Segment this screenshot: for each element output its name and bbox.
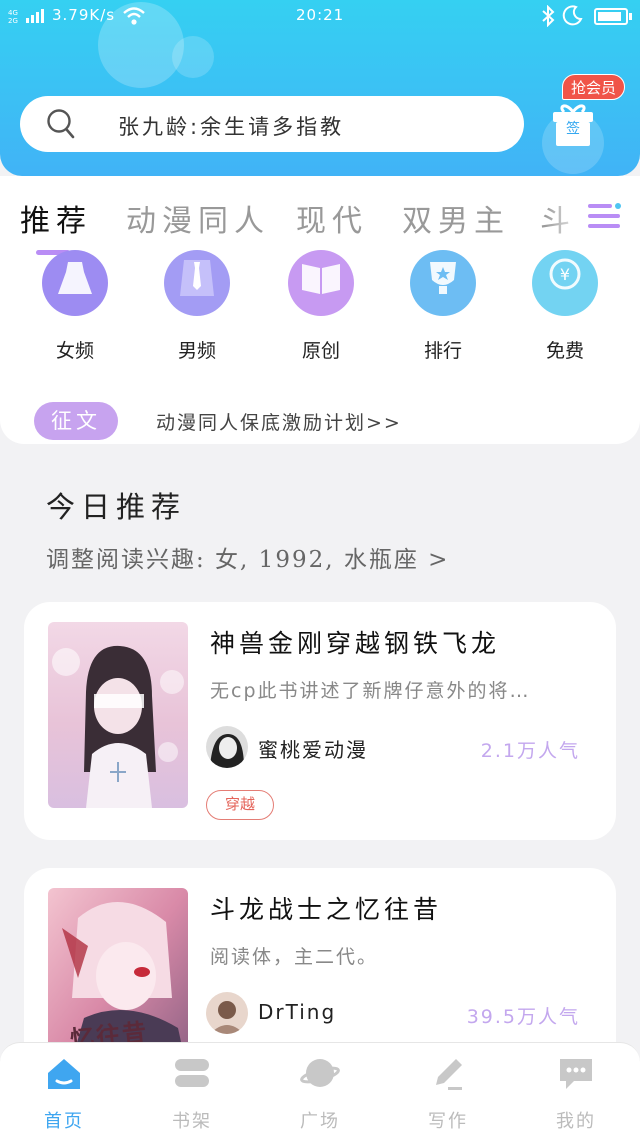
- nav-write[interactable]: 写作: [408, 1053, 488, 1133]
- category-label: 原创: [301, 340, 340, 362]
- search-icon: [47, 109, 75, 139]
- notice-text: 动漫同人保底激励计划>>: [156, 412, 402, 434]
- home-icon: [48, 1059, 80, 1089]
- trophy-icon: [410, 250, 476, 316]
- nav-label: 广场: [300, 1111, 340, 1132]
- author-avatar: [206, 726, 248, 768]
- vip-badge[interactable]: 抢会员: [562, 74, 626, 100]
- popularity-count: 2.1万人气: [480, 740, 580, 762]
- search-placeholder: 张九龄:余生请多指教: [118, 115, 345, 139]
- book-description: 阅读体，主二代。: [210, 946, 379, 968]
- yen-coin-icon: ¥: [532, 250, 598, 316]
- search-bar[interactable]: 张九龄:余生请多指教: [20, 96, 524, 152]
- category-label: 女频: [55, 340, 94, 362]
- svg-text:¥: ¥: [560, 265, 570, 284]
- network-type: 4G 2G: [8, 9, 18, 25]
- book-cover: [48, 622, 188, 808]
- book-title: 神兽金刚穿越钢铁飞龙: [210, 629, 501, 658]
- tab-anime-fanfic[interactable]: 动漫同人: [126, 196, 270, 240]
- tab-recommend[interactable]: 推荐: [20, 196, 92, 240]
- category-ranking[interactable]: 排行: [398, 250, 488, 363]
- book-title: 斗龙战士之忆往昔: [210, 895, 443, 924]
- bookshelf-icon: [175, 1059, 209, 1087]
- tab-bar: 推荐 动漫同人 现代 双男主 斗: [0, 176, 640, 256]
- category-menu-icon[interactable]: [588, 202, 622, 230]
- battery-icon: [594, 8, 632, 25]
- moon-icon: [562, 5, 583, 26]
- status-bar: 4G 2G 3.79K/s 20:21: [0, 0, 640, 34]
- gift-label: 签: [566, 121, 580, 137]
- nav-label: 书架: [172, 1111, 212, 1132]
- category-label: 男频: [177, 340, 216, 362]
- category-free[interactable]: ¥ 免费: [520, 250, 610, 363]
- sign-in-gift-button[interactable]: 签: [550, 100, 596, 148]
- network-speed: 3.79K/s: [52, 6, 116, 24]
- tab-double-male-lead[interactable]: 双男主: [402, 196, 510, 240]
- tab-modern[interactable]: 现代: [296, 196, 368, 240]
- nav-home[interactable]: 首页: [24, 1053, 104, 1133]
- category-label: 免费: [545, 340, 584, 362]
- bluetooth-icon: [542, 5, 555, 27]
- book-description: 无cp此书讲述了新牌仔意外的将…: [210, 680, 531, 702]
- nav-mine[interactable]: 我的: [536, 1053, 616, 1133]
- reading-interest-link[interactable]: 调整阅读兴趣: 女, 1992, 水瓶座 >: [46, 540, 449, 574]
- signal-icon: [26, 9, 44, 23]
- battery-level: [598, 12, 622, 21]
- category-original[interactable]: 原创: [276, 250, 366, 363]
- category-label: 排行: [423, 340, 462, 362]
- nav-label: 首页: [44, 1111, 84, 1132]
- author-name: DrTing: [258, 1000, 337, 1024]
- section-title: 今日推荐: [46, 490, 187, 524]
- open-book-icon: [288, 250, 354, 316]
- category-male[interactable]: 男频: [152, 250, 242, 363]
- header: 4G 2G 3.79K/s 20:21 张九龄:余生请多指教 签 抢会员: [0, 0, 640, 176]
- clock: 20:21: [296, 6, 345, 24]
- shirt-tie-icon: [164, 250, 230, 316]
- nav-label: 写作: [428, 1111, 468, 1132]
- author-name: 蜜桃爱动漫: [258, 738, 368, 762]
- nav-bookshelf[interactable]: 书架: [152, 1053, 232, 1133]
- genre-tag[interactable]: 穿越: [206, 790, 275, 820]
- nav-label: 我的: [556, 1111, 596, 1132]
- nav-plaza[interactable]: 广场: [280, 1053, 360, 1133]
- pen-icon: [436, 1059, 462, 1090]
- category-female[interactable]: 女频: [30, 250, 120, 363]
- bottom-nav: 首页 书架 广场 写作 我的: [0, 1042, 640, 1138]
- notice-badge: 征文: [34, 402, 118, 440]
- chat-bubble-icon: [560, 1059, 592, 1089]
- decor-bubble: [172, 36, 214, 78]
- wifi-icon: [123, 7, 145, 25]
- dress-icon: [42, 250, 108, 316]
- book-card[interactable]: 神兽金刚穿越钢铁飞龙 无cp此书讲述了新牌仔意外的将… 蜜桃爱动漫 2.1万人气…: [24, 602, 616, 840]
- popularity-count: 39.5万人气: [466, 1006, 580, 1028]
- author-avatar: [206, 992, 248, 1034]
- planet-icon: [300, 1059, 340, 1087]
